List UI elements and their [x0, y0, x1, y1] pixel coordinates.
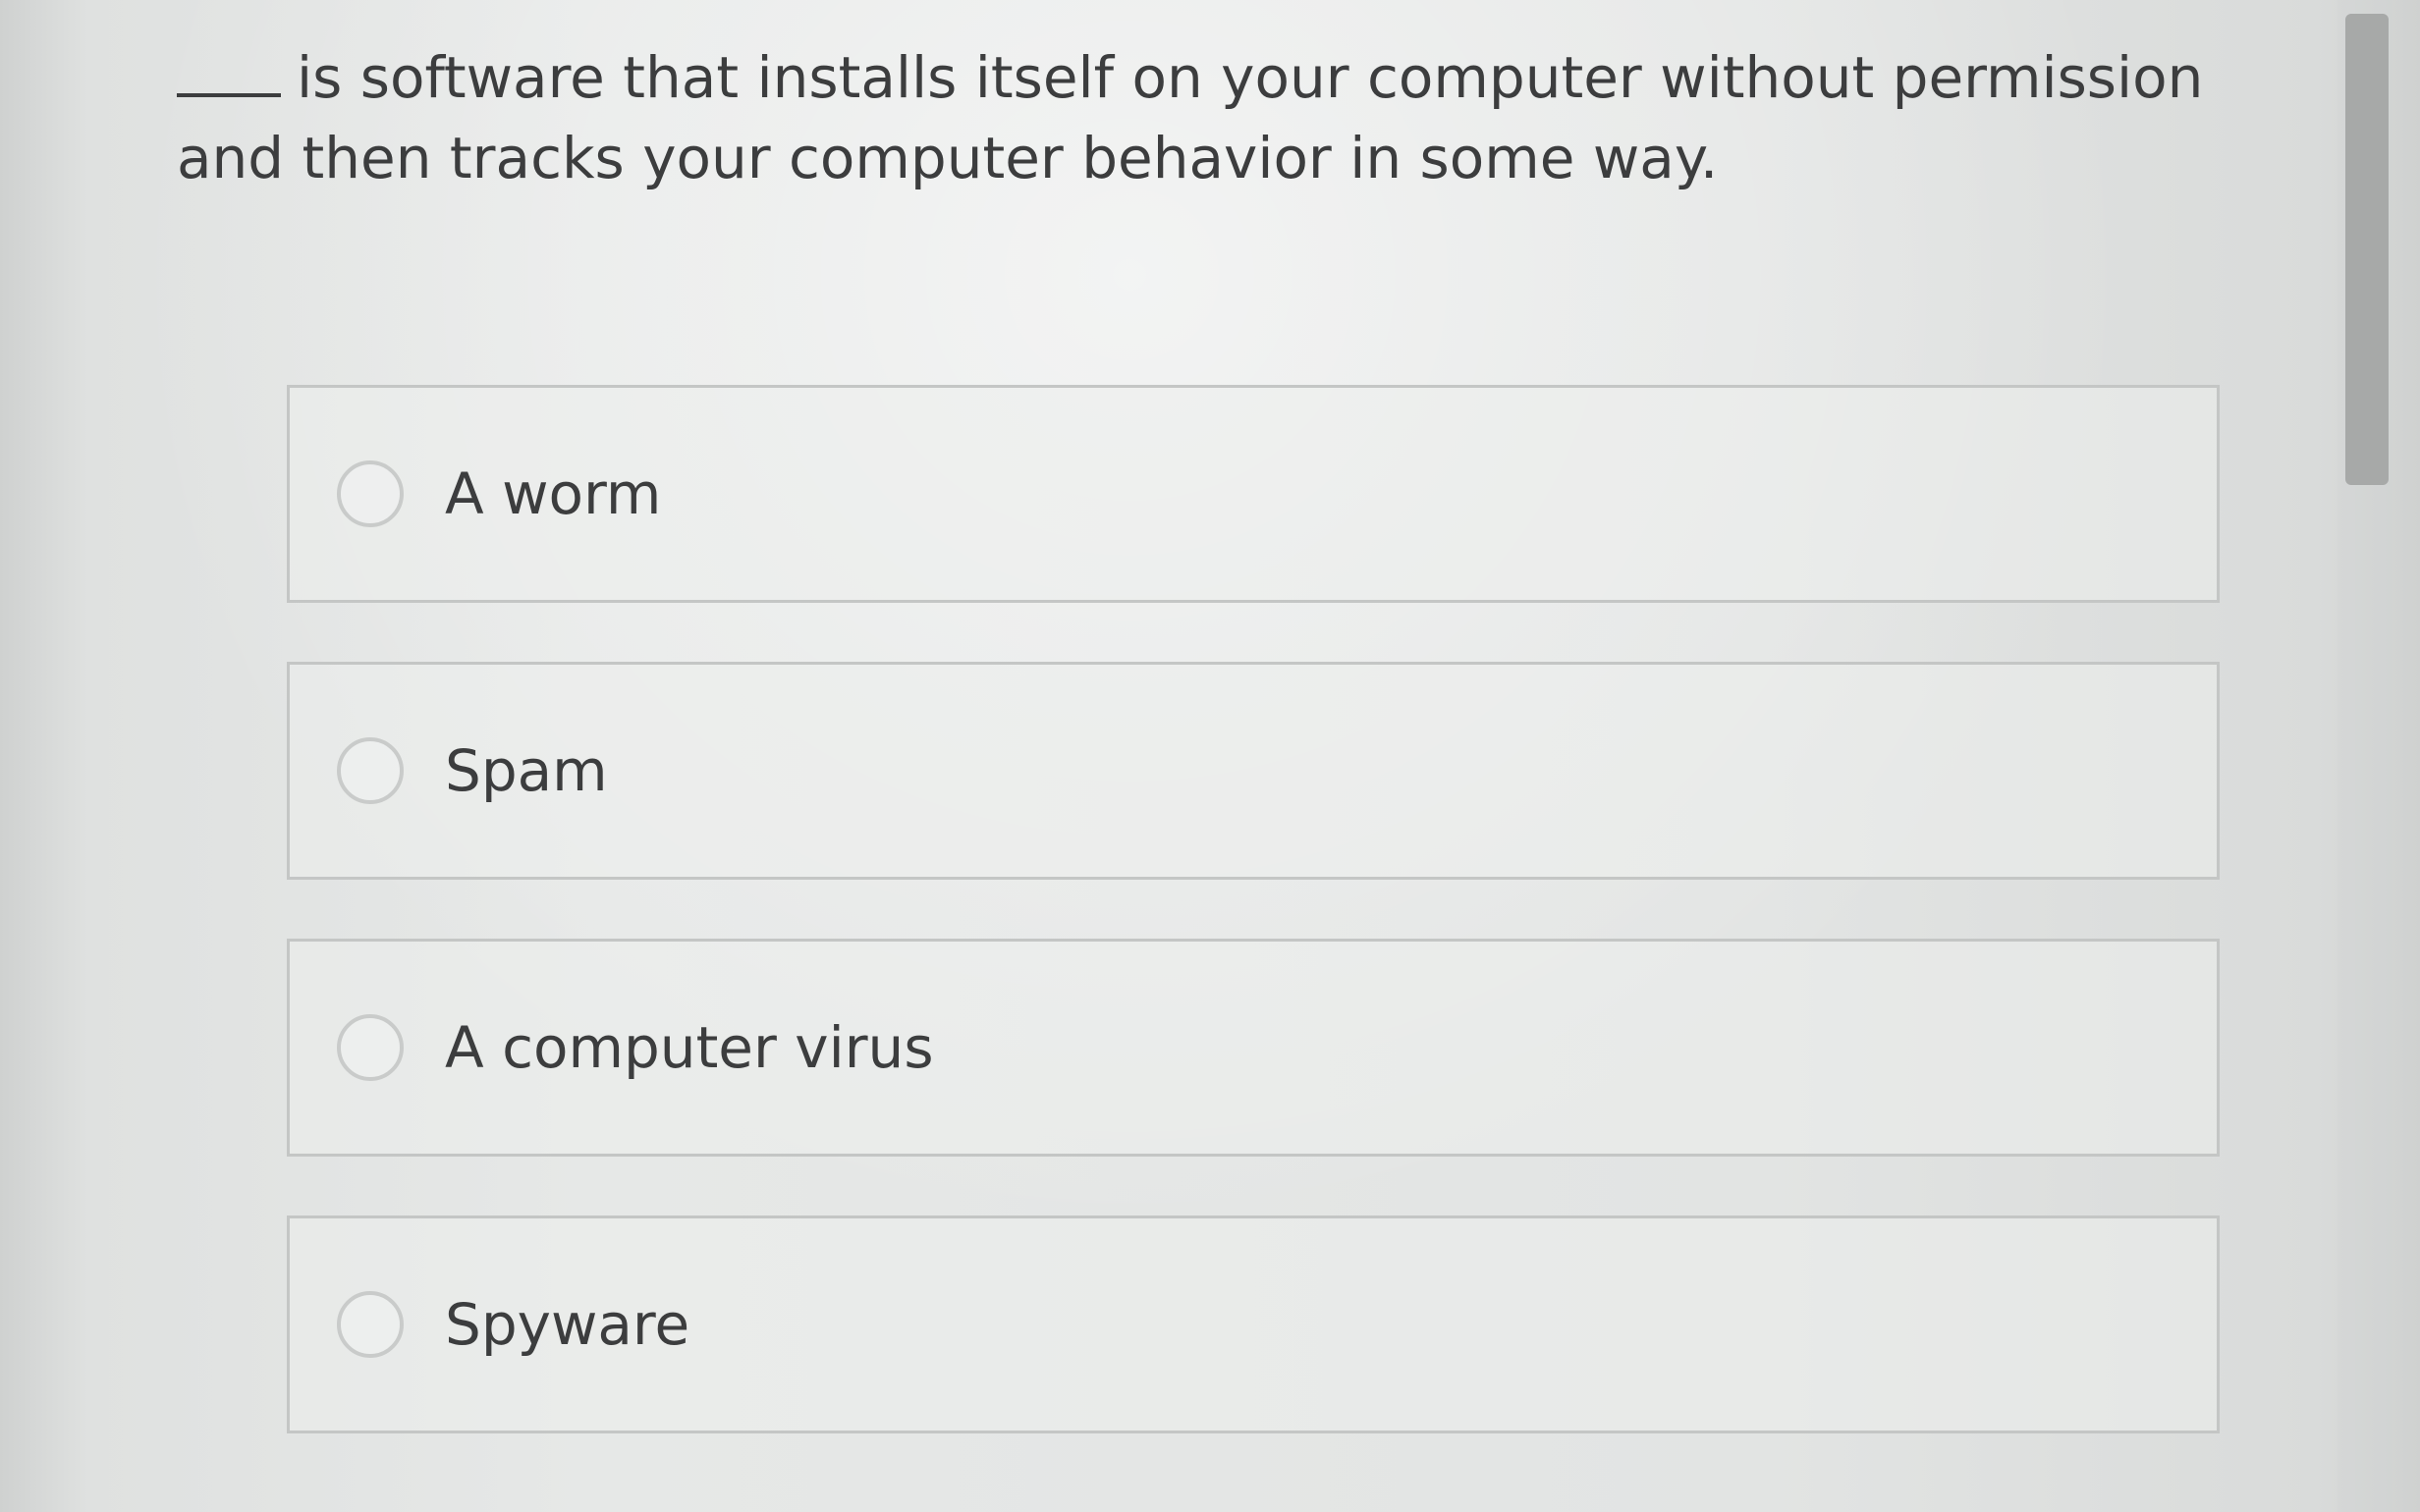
option-label: A computer virus	[445, 1014, 934, 1081]
radio-button-icon[interactable]	[337, 1014, 404, 1081]
option-label: Spyware	[445, 1291, 690, 1358]
option-label: Spam	[445, 737, 608, 804]
option-a-computer-virus[interactable]: A computer virus	[287, 939, 2220, 1157]
radio-button-icon[interactable]	[337, 1291, 404, 1358]
scrollbar-thumb[interactable]	[2345, 14, 2389, 485]
radio-button-icon[interactable]	[337, 737, 404, 804]
quiz-screen: is software that installs itself on your…	[0, 0, 2420, 1512]
option-spam[interactable]: Spam	[287, 662, 2220, 880]
question-text: is software that installs itself on your…	[177, 44, 2204, 191]
option-spyware[interactable]: Spyware	[287, 1215, 2220, 1433]
fill-in-blank	[177, 93, 281, 97]
radio-button-icon[interactable]	[337, 460, 404, 527]
option-label: A worm	[445, 460, 662, 527]
question-prompt: is software that installs itself on your…	[177, 37, 2220, 198]
answer-options: A worm Spam A computer virus Spyware	[287, 385, 2220, 1492]
option-a-worm[interactable]: A worm	[287, 385, 2220, 603]
